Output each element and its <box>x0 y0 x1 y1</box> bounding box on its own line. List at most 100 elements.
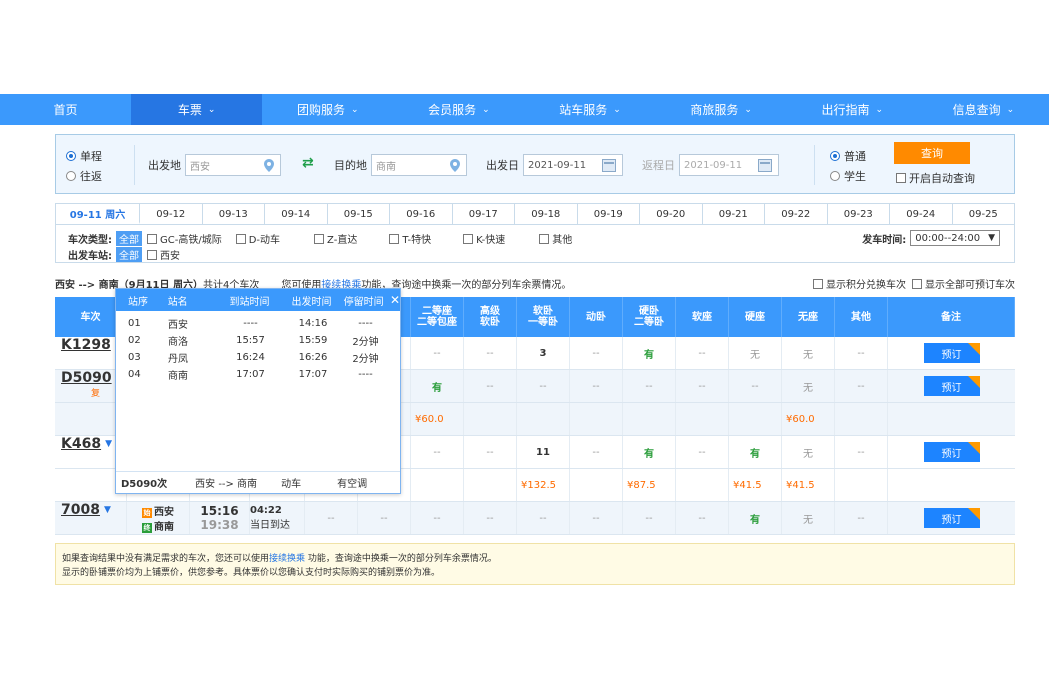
price-cell <box>676 469 729 501</box>
popup-cell: 15:57 <box>236 335 265 346</box>
seat-cell: 有 <box>623 337 676 369</box>
train-type-filter: 车次类型: 全部 GC-高铁/城际 D-动车 Z-直达 T-特快 K-快速 其他 <box>68 231 586 246</box>
popup-stop-row: 03 丹凤 16:24 16:26 2分钟 <box>116 349 400 366</box>
date-tab[interactable]: 09-11 周六 <box>56 204 141 224</box>
train-number[interactable]: K468 <box>61 436 101 452</box>
train-type-option[interactable]: GC-高铁/城际 <box>147 231 222 246</box>
filter-all-types[interactable]: 全部 <box>116 231 142 246</box>
popup-cell: 2分钟 <box>352 337 379 348</box>
date-tab[interactable]: 09-22 <box>765 204 828 224</box>
nav-item[interactable]: 信息查询 ⌄ <box>918 94 1049 125</box>
date-tab[interactable]: 09-25 <box>953 204 1015 224</box>
nav-item[interactable]: 会员服务 ⌄ <box>393 94 524 125</box>
trip-round-option[interactable]: 往返 <box>66 168 102 184</box>
popup-cell: 2分钟 <box>352 354 379 365</box>
nav-item[interactable]: 商旅服务 ⌄ <box>656 94 787 125</box>
nav-item[interactable]: 团购服务 ⌄ <box>262 94 393 125</box>
departure-time-select[interactable]: 00:00--24:00 ▼ <box>910 230 1000 246</box>
from-station: 始西安 <box>142 503 174 518</box>
column-header: 动卧 <box>570 297 623 337</box>
option-label: K-快速 <box>476 235 506 246</box>
date-tab[interactable]: 09-15 <box>328 204 391 224</box>
nav-item[interactable]: 站车服务 ⌄ <box>525 94 656 125</box>
checkbox-icon <box>896 173 906 183</box>
train-type-option[interactable]: D-动车 <box>235 231 280 246</box>
seat-cell: -- <box>411 337 464 369</box>
seat-cell: -- <box>517 502 570 534</box>
date-tab[interactable]: 09-20 <box>640 204 703 224</box>
book-button[interactable]: 预订 <box>923 508 980 528</box>
nav-item-label: 首页 <box>53 103 78 117</box>
date-tab[interactable]: 09-16 <box>390 204 453 224</box>
seat-cell: 有 <box>729 502 782 534</box>
date-tab[interactable]: 09-21 <box>703 204 766 224</box>
duration-cell: 04:22 当日到达 <box>250 502 305 534</box>
date-input[interactable]: 2021-09-11 <box>523 154 623 176</box>
date-tab[interactable]: 09-19 <box>578 204 641 224</box>
option-label: T-特快 <box>402 235 432 246</box>
train-number[interactable]: 7008 <box>61 502 100 518</box>
query-button[interactable]: 查询 <box>894 142 970 164</box>
checkbox-icon <box>463 233 474 244</box>
column-header: 软座 <box>676 297 729 337</box>
nav-item[interactable]: 首页 <box>0 94 131 125</box>
price-cell: ¥41.5 <box>782 469 835 501</box>
column-header-line: 备注 <box>941 311 961 323</box>
auto-query-checkbox[interactable]: 开启自动查询 <box>896 170 975 186</box>
date-tab[interactable]: 09-18 <box>515 204 578 224</box>
book-button[interactable]: 预订 <box>923 343 980 363</box>
station-option[interactable]: 西安 <box>147 247 180 262</box>
date-tab[interactable]: 09-23 <box>828 204 891 224</box>
checkbox-icon <box>389 233 400 244</box>
book-cell: 预订 <box>888 436 1015 468</box>
date-tab[interactable]: 09-14 <box>265 204 328 224</box>
seat-cell: -- <box>358 502 411 534</box>
chevron-down-icon[interactable]: ▼ <box>105 439 112 449</box>
book-button[interactable]: 预订 <box>923 376 980 396</box>
train-type-option[interactable]: T-特快 <box>389 231 431 246</box>
seat-cell: -- <box>570 337 623 369</box>
chevron-down-icon[interactable]: ▼ <box>104 505 111 515</box>
popup-cell: 丹凤 <box>168 354 188 365</box>
seat-cell: 有 <box>623 436 676 468</box>
show-all-checkbox[interactable] <box>912 278 922 289</box>
popup-cell: ---- <box>358 369 373 380</box>
book-button[interactable]: 预订 <box>923 442 980 462</box>
popup-cell: 商南 <box>168 371 188 382</box>
train-number[interactable]: K1298 <box>61 337 111 353</box>
seat-cell: -- <box>464 436 517 468</box>
from-input[interactable]: 西安 <box>185 154 281 176</box>
to-input[interactable]: 商南 <box>371 154 467 176</box>
train-number[interactable]: D5090 <box>61 370 112 386</box>
duration-note: 当日到达 <box>250 520 290 531</box>
trip-single-option[interactable]: 单程 <box>66 148 102 164</box>
seat-cell: 有 <box>411 370 464 402</box>
notice-transfer-link[interactable]: 接续换乘 <box>269 554 305 564</box>
nav-item[interactable]: 车票 ⌄ <box>131 94 263 125</box>
date-tab[interactable]: 09-13 <box>203 204 266 224</box>
type-normal-option[interactable]: 普通 <box>830 148 866 164</box>
price-cell <box>464 469 517 501</box>
seat-cell: -- <box>835 337 888 369</box>
train-type-option[interactable]: Z-直达 <box>314 231 357 246</box>
points-checkbox[interactable] <box>813 278 823 289</box>
location-pin-icon <box>264 159 274 172</box>
type-student-option[interactable]: 学生 <box>830 168 866 184</box>
price-cell: ¥87.5 <box>623 469 676 501</box>
close-icon[interactable]: ✕ <box>390 293 400 307</box>
seat-cell: -- <box>729 370 782 402</box>
train-type-option[interactable]: 其他 <box>539 231 572 246</box>
seat-cell: -- <box>835 436 888 468</box>
checkbox-icon <box>147 249 157 260</box>
filter-all-stations[interactable]: 全部 <box>116 247 142 262</box>
date-tab[interactable]: 09-24 <box>890 204 953 224</box>
column-header-line: 二等座 <box>422 306 452 317</box>
train-type-option[interactable]: K-快速 <box>463 231 505 246</box>
seat-cell: 无 <box>782 502 835 534</box>
date-tab[interactable]: 09-12 <box>140 204 203 224</box>
return-date-input[interactable]: 2021-09-11 <box>679 154 779 176</box>
popup-cell: 商洛 <box>168 337 188 348</box>
date-tab[interactable]: 09-17 <box>453 204 516 224</box>
swap-button[interactable]: ⇄ <box>302 155 314 171</box>
nav-item[interactable]: 出行指南 ⌄ <box>787 94 918 125</box>
